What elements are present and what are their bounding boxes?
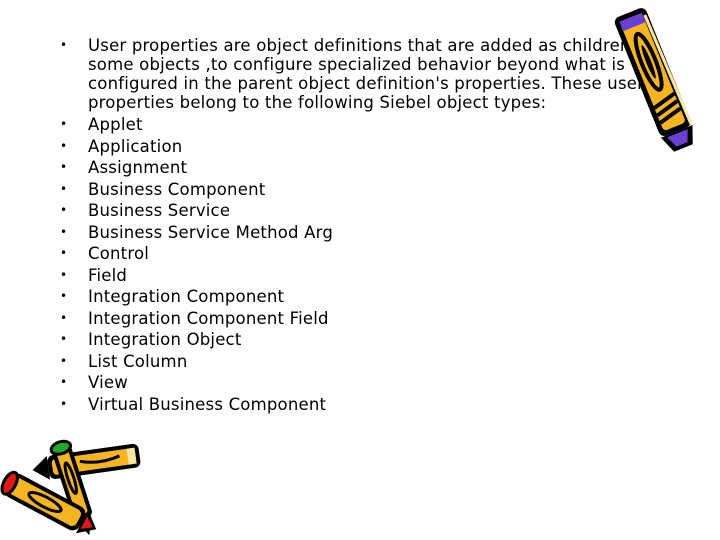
list-item-text: Business Service [88, 201, 231, 220]
list-item-text: Field [88, 265, 128, 285]
bullet-icon: • [60, 289, 68, 303]
list-item-text: Integration Object [88, 330, 242, 349]
list-item-text: Business Component [88, 179, 266, 199]
list-item: • Integration Object [56, 329, 676, 351]
bullet-icon: • [60, 375, 68, 389]
list-item-text: Business Service Method Arg [88, 222, 334, 242]
list-item: • Business Component [56, 179, 676, 201]
bullet-icon: • [60, 353, 68, 368]
bullet-icon: • [60, 203, 68, 217]
bullet-icon: • [60, 160, 68, 174]
bullet-list: • User properties are object definitions… [56, 36, 676, 415]
list-item: • Field [56, 265, 676, 287]
bullet-icon: • [60, 246, 68, 260]
list-item: • Assignment [56, 157, 676, 179]
list-item: • View [56, 372, 676, 394]
list-item-text: Virtual Business Component [88, 394, 327, 414]
bullet-icon: • [60, 38, 68, 52]
bullet-icon: • [60, 181, 68, 196]
bullet-icon: • [60, 117, 68, 131]
intro-paragraph: • User properties are object definitions… [56, 36, 676, 112]
bullet-icon: • [60, 138, 68, 153]
intro-text: User properties are object definitions t… [88, 36, 653, 112]
list-item: • Applet [56, 114, 676, 136]
bullet-icon: • [60, 224, 68, 239]
list-item-text: Applet [88, 115, 143, 134]
list-item: • Virtual Business Component [56, 394, 676, 416]
list-item-text: Control [88, 244, 150, 263]
list-item: • Control [56, 243, 676, 265]
bullet-icon: • [60, 332, 68, 346]
bullet-icon: • [60, 310, 68, 325]
list-item: • Application [56, 136, 676, 158]
list-item-text: List Column [88, 351, 188, 371]
list-item: • Integration Component Field [56, 308, 676, 330]
crossed-crayons-clipart-icon [0, 439, 141, 536]
slide: • User properties are object definitions… [0, 0, 720, 540]
list-item-text: Integration Component Field [88, 308, 329, 328]
list-item-text: Assignment [88, 158, 188, 177]
list-item-text: Application [88, 136, 183, 156]
list-item: • Business Service Method Arg [56, 222, 676, 244]
bullet-icon: • [60, 267, 68, 282]
crayon-clipart-icon [614, 8, 693, 152]
list-item-text: Integration Component [88, 287, 285, 306]
list-item: • List Column [56, 351, 676, 373]
bullet-icon: • [60, 396, 68, 411]
list-item-text: View [88, 373, 128, 392]
list-item: • Integration Component [56, 286, 676, 308]
list-item: • Business Service [56, 200, 676, 222]
